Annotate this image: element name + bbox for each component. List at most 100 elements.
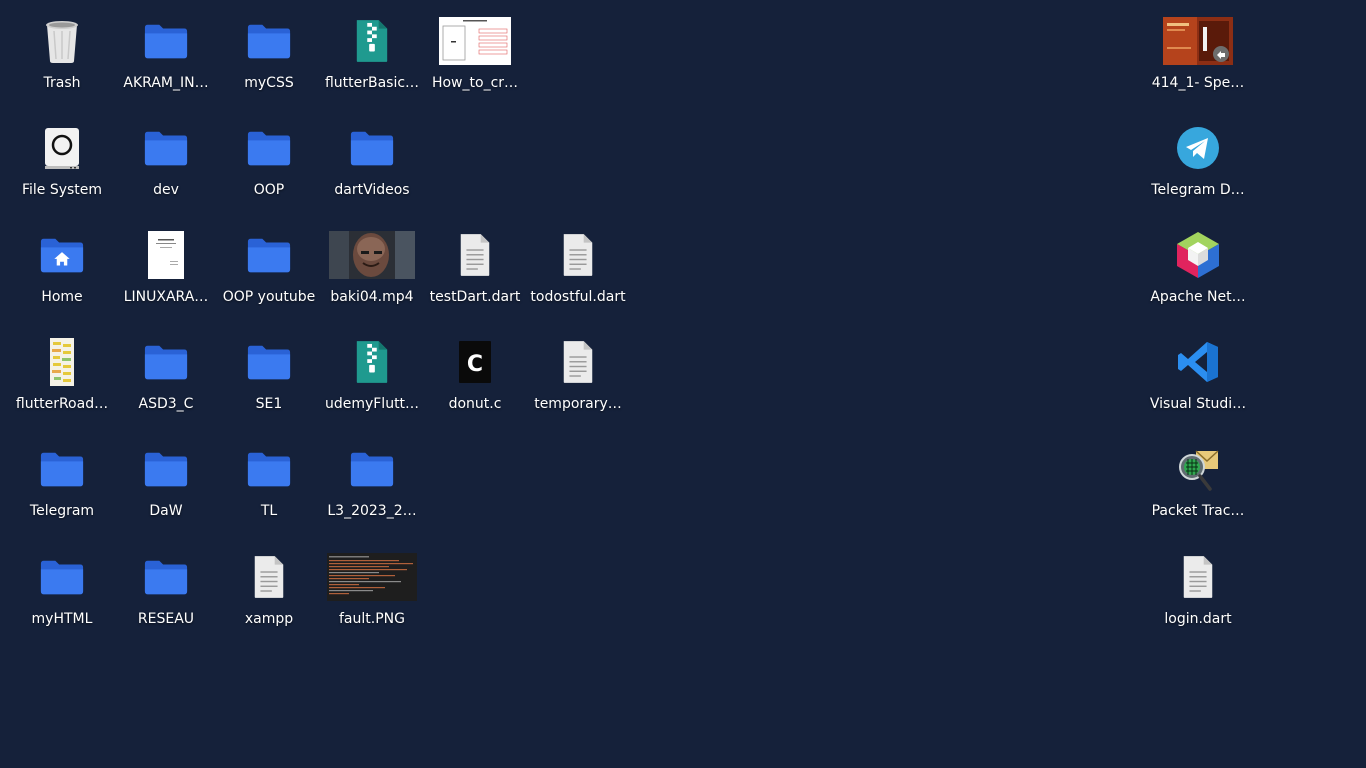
folder-icon (116, 14, 216, 68)
trash-icon (12, 14, 112, 68)
desktop-item-daw[interactable]: DaW (114, 442, 218, 520)
text-file-icon (425, 228, 525, 282)
desktop-item-l3[interactable]: L3_2023_2… (320, 442, 424, 520)
folder-icon (116, 121, 216, 175)
folder-icon (219, 121, 319, 175)
desktop-item-myhtml[interactable]: myHTML (10, 550, 114, 628)
myhtml-label: myHTML (31, 611, 93, 627)
desktop-item-flutterbasic[interactable]: flutterBasic… (320, 14, 424, 92)
desktop-item-udemyflutter[interactable]: udemyFlutt… (320, 335, 424, 413)
desktop-item-login[interactable]: login.dart (1146, 550, 1250, 628)
desktop-item-reseau[interactable]: RESEAU (114, 550, 218, 628)
folder-icon (12, 442, 112, 496)
l3-label: L3_2023_2… (327, 503, 417, 519)
text-file-icon (528, 228, 628, 282)
desktop-item-akram[interactable]: AKRAM_IN… (114, 14, 218, 92)
netbeans-icon (1148, 228, 1248, 282)
trash-label: Trash (43, 75, 81, 91)
desktop-item-se1[interactable]: SE1 (217, 335, 321, 413)
desktop-item-temporary[interactable]: temporary… (526, 335, 630, 413)
linuxara-label: LINUXARA… (123, 289, 209, 305)
baki-label: baki04.mp4 (330, 289, 414, 305)
desktop-item-speak[interactable]: 414_1- Spe… (1146, 14, 1250, 92)
desktop-item-linuxara[interactable]: LINUXARA… (114, 228, 218, 306)
folder-icon (116, 335, 216, 389)
donut-label: donut.c (448, 396, 502, 412)
telegram-desktop-label: Telegram D… (1151, 182, 1245, 198)
text-file-icon (528, 335, 628, 389)
svg-text:C: C (467, 352, 483, 377)
folder-icon (322, 442, 422, 496)
xampp-label: xampp (244, 611, 294, 627)
desktop-item-home[interactable]: Home (10, 228, 114, 306)
desktop-item-baki[interactable]: baki04.mp4 (320, 228, 424, 306)
vscode-label: Visual Studi… (1149, 396, 1247, 412)
desktop-item-vscode[interactable]: Visual Studi… (1146, 335, 1250, 413)
udemyflutter-label: udemyFlutt… (324, 396, 420, 412)
image-thumbnail-icon (425, 14, 525, 68)
desktop-item-oop-youtube[interactable]: OOP youtube (217, 228, 321, 306)
file-system-label: File System (21, 182, 103, 198)
image-thumbnail-icon (322, 550, 422, 604)
telegram-folder-label: Telegram (29, 503, 95, 519)
speak-label: 414_1- Spe… (1151, 75, 1245, 91)
folder-icon (219, 228, 319, 282)
desktop-item-mycss[interactable]: myCSS (217, 14, 321, 92)
testdart-label: testDart.dart (429, 289, 521, 305)
se1-label: SE1 (255, 396, 283, 412)
desktop-item-telegram-desktop[interactable]: Telegram D… (1146, 121, 1250, 199)
tl-label: TL (260, 503, 278, 519)
desktop-item-oop[interactable]: OOP (217, 121, 321, 199)
desktop-item-packet-tracer[interactable]: Packet Trac… (1146, 442, 1250, 520)
desktop-item-telegram-folder[interactable]: Telegram (10, 442, 114, 520)
home-label: Home (41, 289, 83, 305)
desktop-item-dev[interactable]: dev (114, 121, 218, 199)
drive-icon (12, 121, 112, 175)
desktop-item-todostful[interactable]: todostful.dart (526, 228, 630, 306)
dev-label: dev (153, 182, 179, 198)
desktop-item-trash[interactable]: Trash (10, 14, 114, 92)
flutterroad-label: flutterRoad… (15, 396, 109, 412)
desktop-item-file-system[interactable]: File System (10, 121, 114, 199)
todostful-label: todostful.dart (530, 289, 626, 305)
flutterbasic-label: flutterBasic… (324, 75, 420, 91)
mycss-label: myCSS (244, 75, 294, 91)
akram-label: AKRAM_IN… (123, 75, 209, 91)
desktop-item-fault[interactable]: fault.PNG (320, 550, 424, 628)
text-file-icon (1148, 550, 1248, 604)
telegram-icon (1148, 121, 1248, 175)
home-folder-icon (12, 228, 112, 282)
netbeans-label: Apache Net… (1150, 289, 1246, 305)
video-thumbnail-icon (322, 228, 422, 282)
reseau-label: RESEAU (137, 611, 195, 627)
folder-icon (219, 442, 319, 496)
folder-icon (116, 550, 216, 604)
desktop-item-netbeans[interactable]: Apache Net… (1146, 228, 1250, 306)
fault-label: fault.PNG (339, 611, 405, 627)
image-thumbnail-icon (12, 335, 112, 389)
desktop-item-flutterroad[interactable]: flutterRoad… (10, 335, 114, 413)
zip-archive-icon (322, 14, 422, 68)
oop-label: OOP (253, 182, 285, 198)
folder-icon (116, 442, 216, 496)
folder-icon (219, 335, 319, 389)
dartvideos-label: dartVideos (334, 182, 410, 198)
packet-tracer-label: Packet Trac… (1151, 503, 1245, 519)
folder-icon (12, 550, 112, 604)
folder-icon (322, 121, 422, 175)
desktop-item-tl[interactable]: TL (217, 442, 321, 520)
desktop-item-howto[interactable]: How_to_cr… (423, 14, 527, 92)
desktop-item-xampp[interactable]: xampp (217, 550, 321, 628)
text-file-icon (219, 550, 319, 604)
packet-tracer-icon (1148, 442, 1248, 496)
asd3-label: ASD3_C (138, 396, 194, 412)
desktop-item-donut[interactable]: C donut.c (423, 335, 527, 413)
temporary-label: temporary… (534, 396, 622, 412)
login-label: login.dart (1164, 611, 1232, 627)
book-cover-icon (1148, 14, 1248, 68)
folder-icon (219, 14, 319, 68)
desktop-item-dartvideos[interactable]: dartVideos (320, 121, 424, 199)
desktop-item-asd3[interactable]: ASD3_C (114, 335, 218, 413)
document-thumbnail-icon (116, 228, 216, 282)
desktop-item-testdart[interactable]: testDart.dart (423, 228, 527, 306)
